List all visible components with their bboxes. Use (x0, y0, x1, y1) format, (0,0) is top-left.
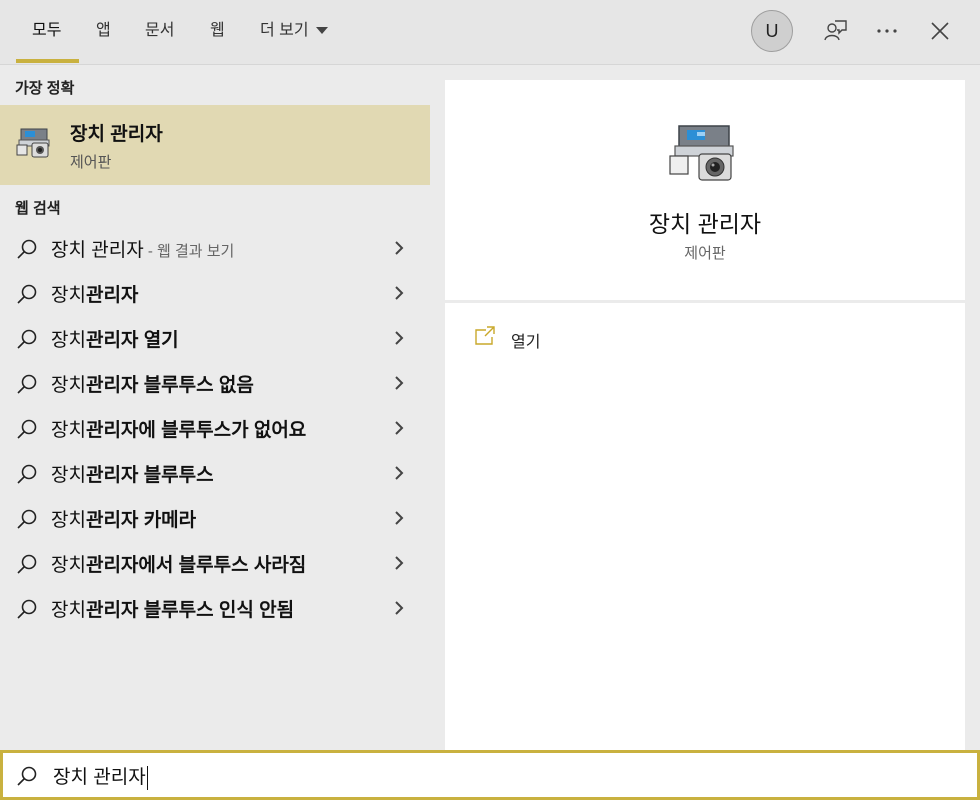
suggestion-completion: 관리자에 블루투스가 없어요 (85, 420, 307, 441)
chevron-right-icon[interactable] (392, 464, 406, 487)
web-suggestion-item[interactable]: 장치관리자 블루투스 인식 안됨 (0, 585, 430, 630)
chevron-right-icon[interactable] (392, 419, 406, 442)
search-input-value: 장치 관리자 (53, 767, 146, 788)
suggestion-prefix: 장치 (51, 510, 86, 531)
open-action-label: 열기 (511, 334, 541, 351)
best-match-title: 장치 관리자 (70, 124, 163, 145)
preview-subtitle: 제어판 (684, 245, 726, 262)
suggestion-completion: 관리자 블루투스 (85, 465, 214, 486)
preview-title: 장치 관리자 (648, 211, 762, 237)
best-match-header: 가장 정확 (15, 80, 75, 97)
tab-documents[interactable]: 문서 (145, 0, 174, 64)
device-manager-icon (667, 120, 743, 189)
search-icon (15, 372, 39, 401)
search-icon (15, 462, 39, 491)
suggestion-text: 장치관리자 (51, 280, 138, 307)
search-input[interactable]: 장치 관리자 (53, 762, 148, 790)
web-suggestion-item[interactable]: 장치관리자 카메라 (0, 495, 430, 540)
chevron-right-icon[interactable] (392, 509, 406, 532)
results-panel: 가장 정확 장치 관리자 제어판 웹 검색 장치 관리자 - 웹 결과 보기 장치… (0, 65, 430, 750)
suggestion-completion: 관리자에서 블루투스 사라짐 (85, 555, 307, 576)
suggestion-text: 장치관리자에 블루투스가 없어요 (51, 415, 306, 442)
suggestion-completion: 관리자 카메라 (85, 510, 197, 531)
suggestion-text: 장치 관리자 - 웹 결과 보기 (51, 235, 234, 262)
suggestion-hint: - 웹 결과 보기 (143, 243, 235, 260)
suggestion-completion: 관리자 열기 (85, 330, 179, 351)
suggestion-text: 장치관리자 블루투스 (51, 460, 214, 487)
preview-actions: 열기 (445, 303, 965, 750)
chevron-right-icon[interactable] (392, 284, 406, 307)
suggestion-completion: 관리자 블루투스 인식 안됨 (85, 600, 295, 621)
user-avatar[interactable]: U (751, 10, 793, 52)
suggestion-prefix: 장치 (51, 285, 86, 306)
text-cursor (146, 765, 148, 790)
chevron-right-icon[interactable] (392, 599, 406, 622)
tab-all[interactable]: 모두 (32, 0, 61, 64)
active-tab-indicator (16, 59, 79, 63)
open-icon (473, 325, 497, 352)
more-icon[interactable] (872, 16, 902, 46)
suggestion-text: 장치관리자 열기 (51, 325, 179, 352)
search-icon (15, 764, 39, 793)
preview-card: 장치 관리자 제어판 (445, 80, 965, 300)
device-manager-icon (15, 125, 55, 166)
chevron-right-icon[interactable] (392, 329, 406, 352)
suggestion-prefix: 장치 (51, 465, 86, 486)
web-suggestion-item[interactable]: 장치관리자 (0, 270, 430, 315)
suggestion-prefix: 장치 (51, 600, 86, 621)
web-suggestion-item[interactable]: 장치 관리자 - 웹 결과 보기 (0, 225, 430, 270)
search-icon (15, 417, 39, 446)
chevron-down-icon (315, 27, 328, 35)
tab-more[interactable]: 더 보기 (260, 0, 328, 64)
best-match-item[interactable]: 장치 관리자 제어판 (0, 105, 430, 185)
suggestion-text: 장치관리자 블루투스 없음 (51, 370, 254, 397)
search-icon (15, 237, 39, 266)
search-icon (15, 327, 39, 356)
search-icon (15, 282, 39, 311)
chevron-right-icon[interactable] (392, 239, 406, 262)
search-icon (15, 552, 39, 581)
web-suggestion-item[interactable]: 장치관리자 블루투스 없음 (0, 360, 430, 405)
close-icon[interactable] (925, 16, 955, 46)
web-search-header: 웹 검색 (15, 200, 61, 217)
tab-apps[interactable]: 앱 (96, 0, 111, 64)
chevron-right-icon[interactable] (392, 374, 406, 397)
search-box[interactable]: 장치 관리자 (0, 750, 980, 800)
suggestion-prefix: 장치 (51, 375, 86, 396)
suggestion-prefix: 장치 (51, 555, 86, 576)
search-icon (15, 507, 39, 536)
tab-more-label: 더 보기 (260, 22, 309, 39)
web-suggestion-item[interactable]: 장치관리자 블루투스 (0, 450, 430, 495)
search-icon (15, 597, 39, 626)
suggestion-completion: 관리자 블루투스 없음 (85, 375, 254, 396)
suggestion-text: 장치관리자 카메라 (51, 505, 196, 532)
suggestion-text: 장치관리자에서 블루투스 사라짐 (51, 550, 306, 577)
feedback-icon[interactable] (820, 16, 850, 46)
suggestion-prefix: 장치 (51, 330, 86, 351)
web-suggestion-item[interactable]: 장치관리자에 블루투스가 없어요 (0, 405, 430, 450)
suggestion-prefix: 장치 관리자 (51, 240, 144, 261)
suggestion-completion: 관리자 (85, 285, 139, 306)
suggestion-text: 장치관리자 블루투스 인식 안됨 (51, 595, 294, 622)
web-suggestion-item[interactable]: 장치관리자에서 블루투스 사라짐 (0, 540, 430, 585)
search-scope-tabs: 모두 앱 문서 웹 더 보기 U (0, 0, 980, 65)
chevron-right-icon[interactable] (392, 554, 406, 577)
best-match-subtitle: 제어판 (70, 154, 112, 171)
suggestion-prefix: 장치 (51, 420, 86, 441)
web-suggestion-item[interactable]: 장치관리자 열기 (0, 315, 430, 360)
tab-web[interactable]: 웹 (210, 0, 225, 64)
